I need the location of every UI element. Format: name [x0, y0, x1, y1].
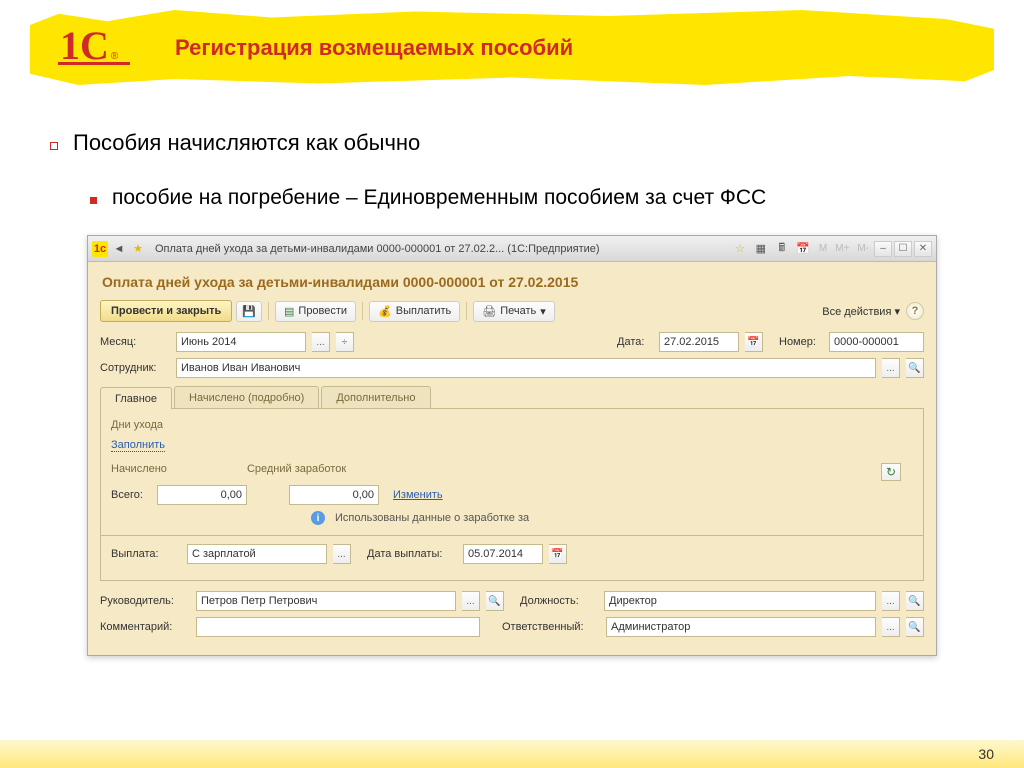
save-icon	[242, 305, 256, 318]
post-button-label: Провести	[298, 305, 347, 317]
post-and-close-button[interactable]: Провести и закрыть	[100, 300, 232, 322]
date-input[interactable]: 27.02.2015	[659, 332, 739, 352]
payout-date-input[interactable]: 05.07.2014	[463, 544, 543, 564]
month-picker-button[interactable]: ...	[312, 332, 330, 352]
pay-button[interactable]: 💰 Выплатить	[369, 301, 460, 322]
toolbar-separator	[268, 302, 269, 320]
toolbar-separator	[362, 302, 363, 320]
payout-date-label: Дата выплаты:	[367, 548, 457, 560]
change-link[interactable]: Изменить	[393, 489, 443, 501]
manager-select-button[interactable]: ...	[462, 591, 480, 611]
print-button-label: Печать	[500, 305, 536, 317]
month-input[interactable]: Июнь 2014	[176, 332, 306, 352]
close-button[interactable]: ✕	[914, 241, 932, 257]
help-button[interactable]: ?	[906, 302, 924, 320]
bullet2-text: пособие на погребение – Единовременным п…	[112, 186, 766, 210]
info-icon: i	[311, 511, 325, 525]
slide-footer: 30	[0, 740, 1024, 768]
post-button[interactable]: ▤ Провести	[275, 301, 356, 322]
calendar-icon[interactable]: 📅	[795, 241, 811, 257]
payout-label: Выплата:	[111, 548, 181, 560]
slide-title: Регистрация возмещаемых пособий	[175, 35, 573, 61]
tool-icon-1[interactable]: ▦	[753, 241, 769, 257]
tabs: Главное Начислено (подробно) Дополнитель…	[100, 386, 924, 409]
bookmark-icon[interactable]: ☆	[732, 241, 748, 257]
app-window: 1с ◄ ★ Оплата дней ухода за детьми-инвал…	[87, 235, 937, 656]
document-title: Оплата дней ухода за детьми-инвалидами 0…	[88, 262, 936, 300]
pay-button-label: Выплатить	[396, 305, 451, 317]
employee-select-button[interactable]: ...	[882, 358, 900, 378]
employee-search-button[interactable]: 🔍	[906, 358, 924, 378]
bullet-level1: Пособия начисляются как обычно	[50, 130, 974, 156]
post-icon: ▤	[284, 305, 294, 318]
app-logo-icon: 1с	[92, 241, 108, 257]
manager-label: Руководитель:	[100, 595, 190, 607]
minimize-button[interactable]: –	[874, 241, 892, 257]
comment-input[interactable]	[196, 617, 480, 637]
toolbar: Провести и закрыть ▤Провести 💰Выплатить …	[88, 300, 936, 332]
responsible-select-button[interactable]: ...	[882, 617, 900, 637]
window-titlebar: 1с ◄ ★ Оплата дней ухода за детьми-инвал…	[88, 236, 936, 262]
total-input[interactable]: 0,00	[157, 485, 247, 505]
save-button[interactable]	[236, 301, 262, 322]
fill-link[interactable]: Заполнить	[111, 439, 165, 452]
page-number: 30	[978, 746, 994, 762]
tab-additional[interactable]: Дополнительно	[321, 386, 430, 408]
dropdown-arrow-icon: ▾	[540, 305, 546, 318]
position-input[interactable]: Директор	[604, 591, 876, 611]
position-label: Должность:	[520, 595, 598, 607]
employee-label: Сотрудник:	[100, 362, 170, 374]
responsible-input[interactable]: Администратор	[606, 617, 876, 637]
date-label: Дата:	[617, 336, 653, 348]
memory-mplus[interactable]: M+	[832, 243, 852, 254]
payout-input[interactable]: С зарплатой	[187, 544, 327, 564]
bullet1-text: Пособия начисляются как обычно	[73, 130, 420, 156]
tab-main[interactable]: Главное	[100, 387, 172, 409]
tab-accrued-details[interactable]: Начислено (подробно)	[174, 386, 319, 408]
responsible-search-button[interactable]: 🔍	[906, 617, 924, 637]
month-label: Месяц:	[100, 336, 170, 348]
manager-search-button[interactable]: 🔍	[486, 591, 504, 611]
avg-earnings-label: Средний заработок	[247, 463, 346, 475]
payout-date-picker-button[interactable]: 📅	[549, 544, 567, 564]
avg-earnings-input[interactable]: 0,00	[289, 485, 379, 505]
calculator-icon[interactable]: 🖩	[774, 241, 790, 257]
total-label: Всего:	[111, 489, 151, 501]
manager-input[interactable]: Петров Петр Петрович	[196, 591, 456, 611]
position-select-button[interactable]: ...	[882, 591, 900, 611]
comment-label: Комментарий:	[100, 621, 190, 633]
logo-underline	[58, 62, 130, 65]
money-icon: 💰	[378, 305, 392, 318]
tab-panel-main: Дни ухода Заполнить ↻ Начислено Средний …	[100, 409, 924, 581]
toolbar-separator	[466, 302, 467, 320]
number-input[interactable]: 0000-000001	[829, 332, 924, 352]
date-picker-button[interactable]: 📅	[745, 332, 763, 352]
responsible-label: Ответственный:	[502, 621, 600, 633]
window-title: Оплата дней ухода за детьми-инвалидами 0…	[149, 243, 732, 255]
all-actions-menu[interactable]: Все действия ▾	[822, 305, 900, 318]
nav-back-icon[interactable]: ◄	[111, 241, 127, 257]
memory-m[interactable]: M	[816, 243, 830, 254]
bullet-level2: пособие на погребение – Единовременным п…	[90, 186, 974, 210]
accrued-label: Начислено	[111, 463, 167, 475]
favorite-star-icon[interactable]: ★	[130, 241, 146, 257]
employee-input[interactable]: Иванов Иван Иванович	[176, 358, 876, 378]
memory-mminus[interactable]: M-	[854, 243, 872, 254]
maximize-button[interactable]: ☐	[894, 241, 912, 257]
bullet-square-icon	[50, 142, 58, 150]
position-search-button[interactable]: 🔍	[906, 591, 924, 611]
refresh-button[interactable]: ↻	[881, 463, 901, 481]
number-label: Номер:	[779, 336, 823, 348]
all-actions-label: Все действия	[822, 306, 891, 318]
month-stepper-button[interactable]: ÷	[336, 332, 354, 352]
bullet-square-filled-icon	[90, 197, 97, 204]
info-text: Использованы данные о заработке за	[335, 512, 529, 524]
print-button[interactable]: 🖨 Печать ▾	[473, 301, 555, 322]
payout-select-button[interactable]: ...	[333, 544, 351, 564]
care-days-label: Дни ухода	[111, 419, 913, 431]
print-icon: 🖨	[482, 305, 496, 318]
